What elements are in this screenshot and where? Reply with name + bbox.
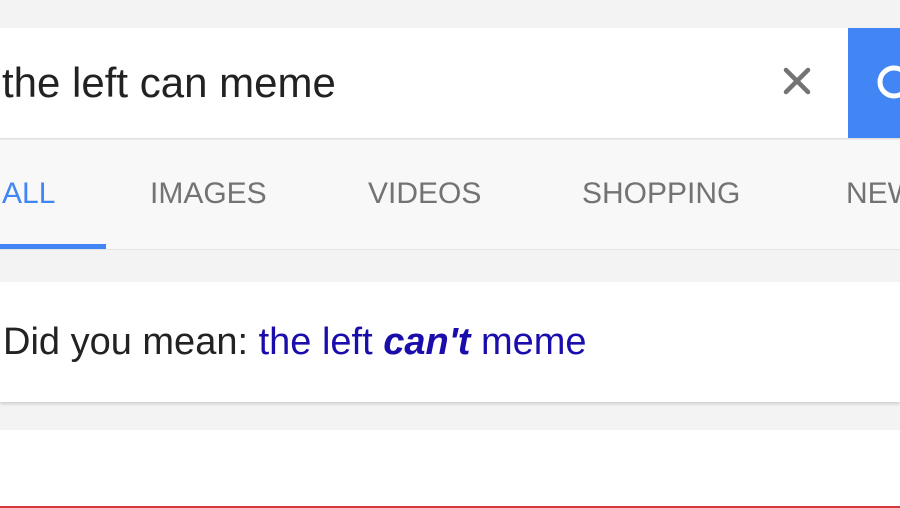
close-icon[interactable] [774, 58, 820, 104]
tab-news[interactable]: NEWS [846, 140, 900, 250]
search-tabs: ALL IMAGES VIDEOS SHOPPING NEWS [0, 140, 900, 250]
suggestion-text-end: meme [480, 321, 587, 363]
search-input[interactable] [0, 28, 760, 138]
active-tab-indicator [0, 244, 106, 249]
results-area [0, 430, 900, 506]
search-bar [0, 28, 900, 138]
tab-videos[interactable]: VIDEOS [368, 140, 481, 250]
suggestion-link[interactable]: the left can't meme [259, 321, 587, 363]
did-you-mean-card: Did you mean: the left can't meme [0, 282, 900, 402]
search-icon [877, 65, 900, 99]
did-you-mean-text: Did you mean: the left can't meme [3, 282, 587, 402]
tab-shopping[interactable]: SHOPPING [582, 140, 740, 250]
suggestion-text-start: the left [258, 321, 373, 363]
search-button[interactable] [848, 28, 900, 138]
tab-all[interactable]: ALL [2, 140, 55, 250]
suggestion-correction: can't [383, 321, 471, 363]
did-you-mean-prefix: Did you mean: [3, 321, 249, 363]
tab-images[interactable]: IMAGES [150, 140, 267, 250]
